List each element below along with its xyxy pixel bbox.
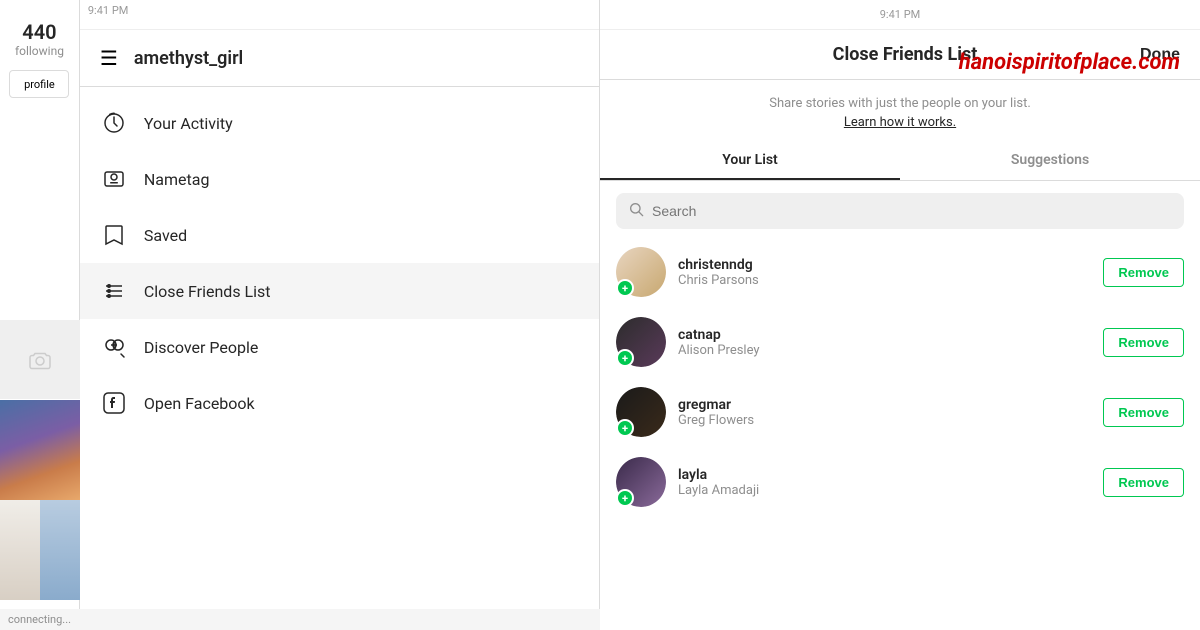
subtitle-copy: Share stories with just the people on yo… xyxy=(769,96,1031,111)
menu-item-facebook[interactable]: Open Facebook xyxy=(80,375,599,431)
photo-couple xyxy=(0,400,80,500)
friend-info: christenndg Chris Parsons xyxy=(678,257,1103,288)
tab-your-list[interactable]: Your List xyxy=(600,142,900,180)
close-friend-badge xyxy=(616,349,634,367)
right-panel: hanoispiritofplace.com 9:41 PM Close Fri… xyxy=(600,0,1200,630)
close-friends-icon xyxy=(100,277,128,305)
close-friend-badge xyxy=(616,489,634,507)
search-icon xyxy=(628,201,644,221)
left-panel: 440 following profile 9:41 PM xyxy=(0,0,600,630)
tabs-row: Your List Suggestions xyxy=(600,142,1200,181)
friend-username: gregmar xyxy=(678,397,1103,413)
camera-placeholder xyxy=(0,320,80,400)
subtitle-area: Share stories with just the people on yo… xyxy=(600,80,1200,130)
done-button[interactable]: Done xyxy=(1140,46,1180,64)
following-label: following xyxy=(15,44,64,58)
remove-button[interactable]: Remove xyxy=(1103,258,1184,287)
friend-username: catnap xyxy=(678,327,1103,343)
panel-title: Close Friends List xyxy=(833,44,978,65)
right-time: 9:41 PM xyxy=(880,8,920,21)
profile-sidebar: 440 following profile xyxy=(0,0,80,630)
avatar-wrap xyxy=(616,387,666,437)
friend-item: catnap Alison Presley Remove xyxy=(600,307,1200,377)
panel-header: Close Friends List Done xyxy=(600,30,1200,80)
left-time: 9:41 PM xyxy=(88,4,128,17)
facebook-icon xyxy=(100,389,128,417)
friend-item: gregmar Greg Flowers Remove xyxy=(600,377,1200,447)
close-friend-badge xyxy=(616,279,634,297)
friend-username: layla xyxy=(678,467,1103,483)
friend-username: christenndg xyxy=(678,257,1103,273)
close-friends-label: Close Friends List xyxy=(144,282,271,301)
remove-button[interactable]: Remove xyxy=(1103,468,1184,497)
menu-panel: 9:41 PM ☰ amethyst_girl Your Activity xyxy=(80,0,599,630)
avatar-wrap xyxy=(616,317,666,367)
remove-button[interactable]: Remove xyxy=(1103,398,1184,427)
avatar-wrap xyxy=(616,247,666,297)
activity-icon xyxy=(100,109,128,137)
friend-info: catnap Alison Presley xyxy=(678,327,1103,358)
photo-bottom xyxy=(0,500,80,600)
saved-label: Saved xyxy=(144,226,187,245)
username-label: amethyst_girl xyxy=(134,48,243,69)
menu-item-nametag[interactable]: Nametag xyxy=(80,151,599,207)
activity-label: Your Activity xyxy=(144,114,233,133)
camera-icon xyxy=(28,348,52,372)
menu-item-discover[interactable]: Discover People xyxy=(80,319,599,375)
menu-item-close-friends[interactable]: Close Friends List xyxy=(80,263,599,319)
close-friend-badge xyxy=(616,419,634,437)
hamburger-icon[interactable]: ☰ xyxy=(100,46,118,70)
saved-icon xyxy=(100,221,128,249)
status-bar: connecting... xyxy=(0,609,600,630)
following-count: 440 xyxy=(22,20,56,44)
friend-item: layla Layla Amadaji Remove xyxy=(600,447,1200,517)
following-stats: 440 following xyxy=(15,20,64,58)
menu-item-saved[interactable]: Saved xyxy=(80,207,599,263)
nametag-label: Nametag xyxy=(144,170,210,189)
right-top-bar: 9:41 PM xyxy=(600,0,1200,30)
photo-grid xyxy=(0,320,80,600)
discover-label: Discover People xyxy=(144,338,259,357)
facebook-label: Open Facebook xyxy=(144,394,255,413)
friend-full-name: Layla Amadaji xyxy=(678,483,1103,498)
friend-item: christenndg Chris Parsons Remove xyxy=(600,237,1200,307)
friend-info: layla Layla Amadaji xyxy=(678,467,1103,498)
tab-suggestions[interactable]: Suggestions xyxy=(900,142,1200,180)
discover-icon xyxy=(100,333,128,361)
friend-full-name: Chris Parsons xyxy=(678,273,1103,288)
friend-full-name: Alison Presley xyxy=(678,343,1103,358)
left-top-bar: 9:41 PM xyxy=(80,0,599,30)
friend-info: gregmar Greg Flowers xyxy=(678,397,1103,428)
friends-list: christenndg Chris Parsons Remove catnap … xyxy=(600,237,1200,630)
subtitle-text: Share stories with just the people on yo… xyxy=(620,92,1180,111)
profile-button[interactable]: profile xyxy=(9,70,69,98)
avatar-wrap xyxy=(616,457,666,507)
friend-full-name: Greg Flowers xyxy=(678,413,1103,428)
menu-items-list: Your Activity Nametag xyxy=(80,87,599,439)
menu-header: ☰ amethyst_girl xyxy=(80,30,599,87)
search-bar[interactable] xyxy=(616,193,1184,229)
nametag-icon xyxy=(100,165,128,193)
remove-button[interactable]: Remove xyxy=(1103,328,1184,357)
status-text: connecting... xyxy=(8,613,71,626)
learn-link[interactable]: Learn how it works. xyxy=(844,115,956,130)
menu-item-activity[interactable]: Your Activity xyxy=(80,95,599,151)
search-input[interactable] xyxy=(652,203,1172,219)
